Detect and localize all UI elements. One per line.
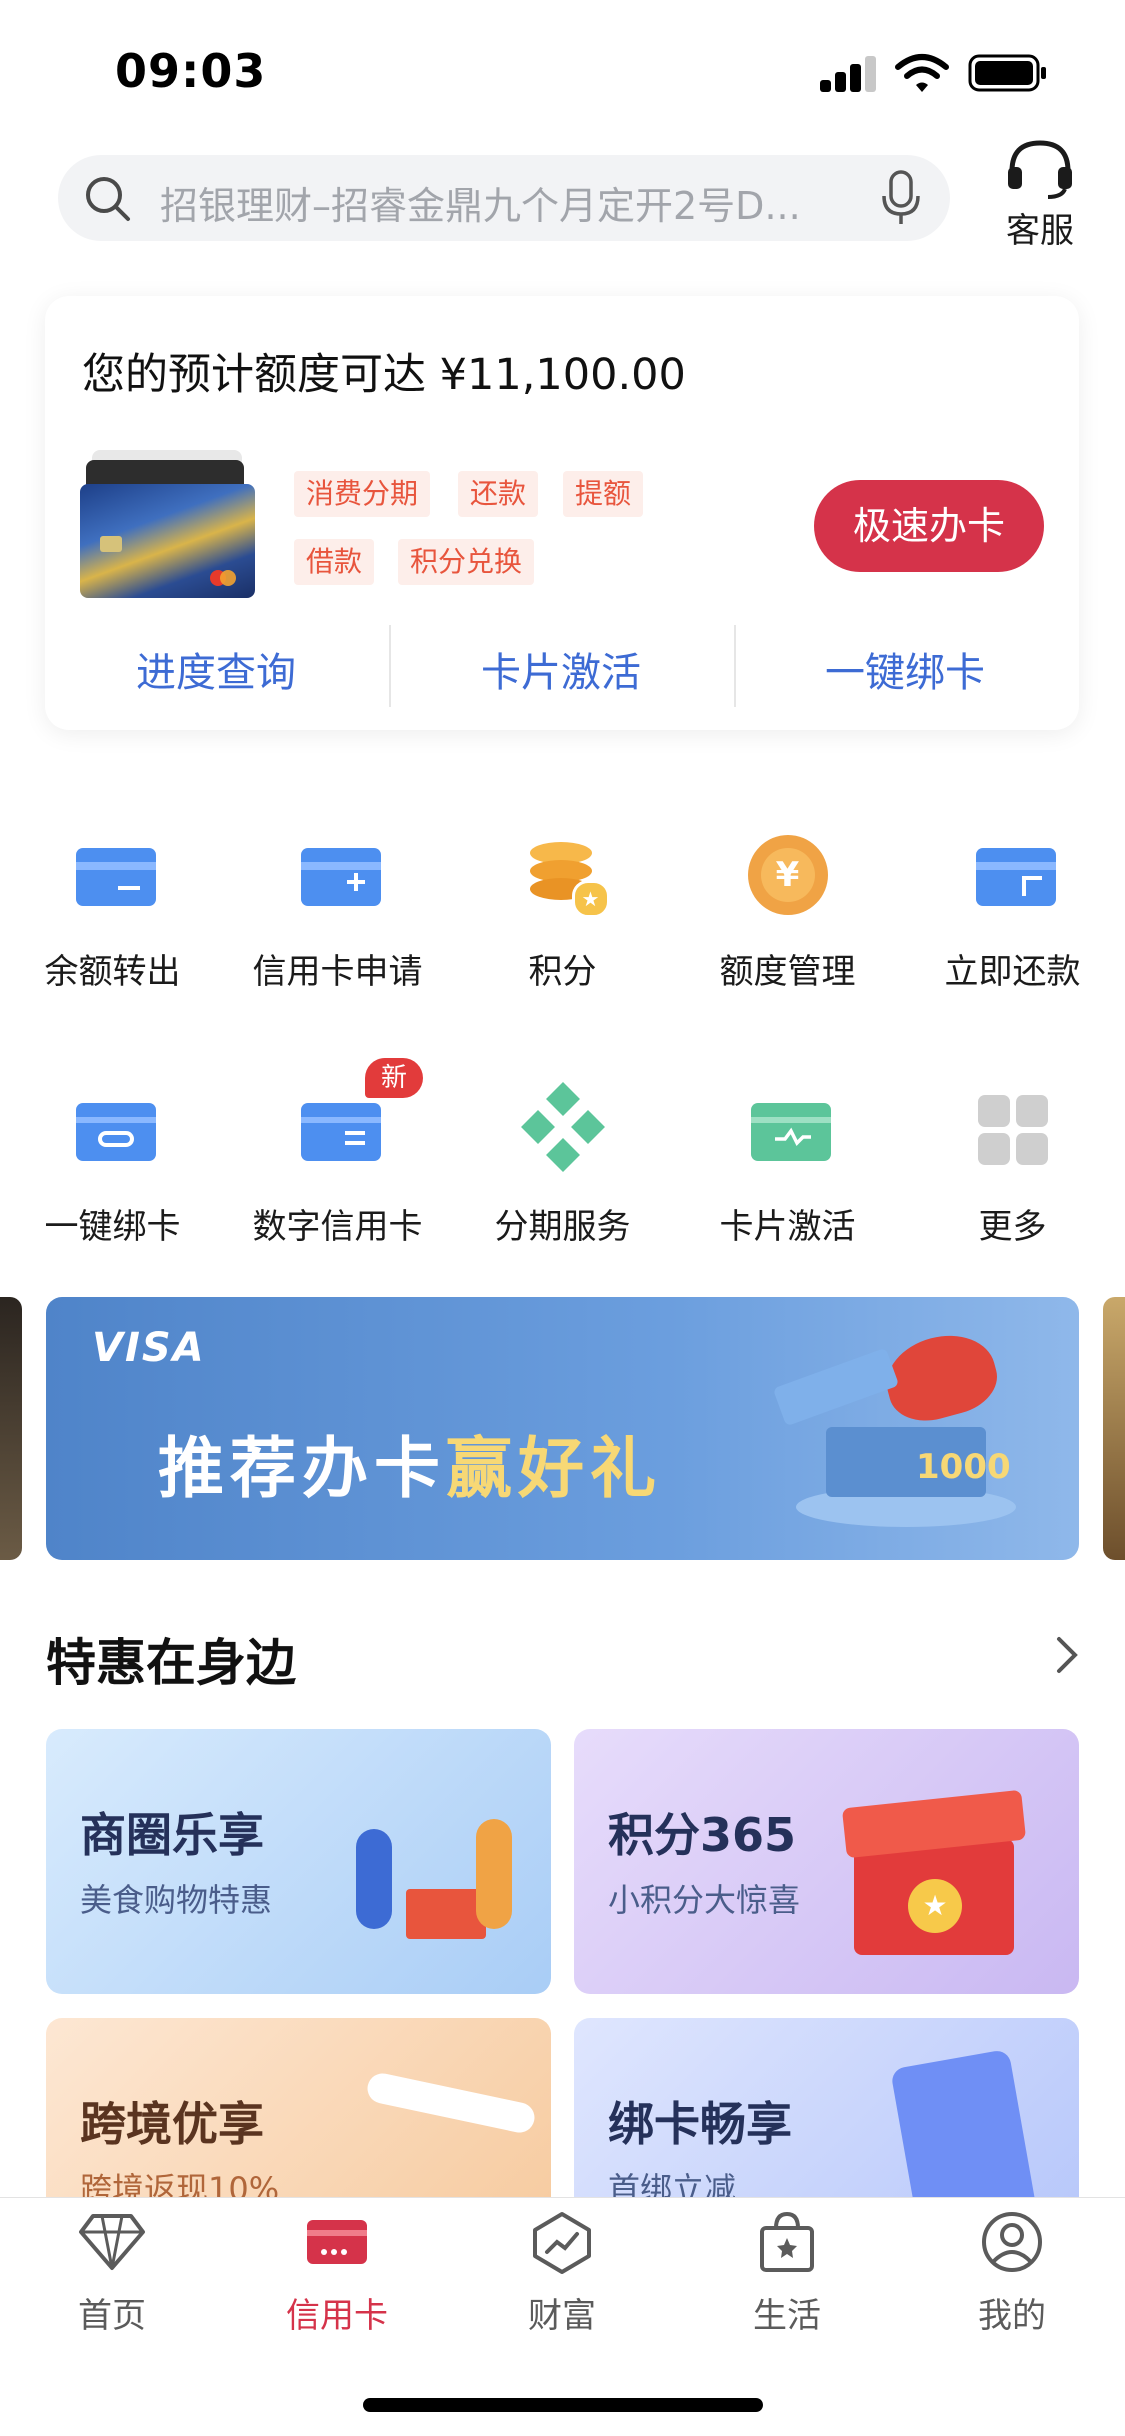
card-activate-icon [743, 1085, 833, 1175]
user-icon [982, 2212, 1042, 2272]
chevron-right-icon[interactable] [1055, 1635, 1079, 1675]
status-time: 09:03 [115, 44, 267, 98]
tab-home[interactable]: 首页 [32, 2210, 192, 2337]
divider [389, 625, 391, 707]
service-card-activation[interactable]: 卡片激活 [675, 1085, 900, 1248]
yen-coin-icon: ¥ [743, 830, 833, 920]
tab-life[interactable]: 生活 [707, 2210, 867, 2337]
airplane-illustration [364, 2070, 538, 2136]
digital-card-icon [293, 1085, 383, 1175]
tag-installment[interactable]: 消费分期 [294, 471, 431, 517]
search-icon [86, 177, 130, 221]
service-limit-management[interactable]: ¥ 额度管理 [675, 830, 900, 993]
banner-prev-peek[interactable] [0, 1297, 22, 1560]
card-add-icon [293, 830, 383, 920]
service-installment[interactable]: 分期服务 [450, 1082, 675, 1248]
tag-raise-limit[interactable]: 提额 [563, 471, 644, 517]
banner-headline: 推荐办卡赢好礼 [158, 1430, 662, 1507]
credit-card-icon [307, 2220, 367, 2264]
card-repay-icon [968, 830, 1058, 920]
divider [734, 625, 736, 707]
card-transfer-icon [68, 830, 158, 920]
progress-query-link[interactable]: 进度查询 [66, 640, 366, 698]
bind-card-link[interactable]: 一键绑卡 [755, 640, 1055, 698]
search-bar[interactable]: 招银理财–招睿金鼎九个月定开2号D... [58, 155, 950, 241]
headset-icon[interactable] [1002, 135, 1078, 201]
home-indicator [363, 2398, 763, 2412]
new-badge: 新 [365, 1058, 423, 1098]
service-repay-now[interactable]: 立即还款 [900, 830, 1125, 993]
coins-star-icon: ★ [518, 830, 610, 920]
card-activation-link[interactable]: 卡片激活 [411, 640, 711, 698]
credit-limit-title: 您的预计额度可达 ¥11,100.00 [82, 350, 686, 400]
service-points[interactable]: ★ 积分 [450, 830, 675, 993]
promo-card-points365[interactable]: 积分365 小积分大惊喜 ★ [574, 1729, 1079, 1994]
card-stack-image [80, 450, 255, 598]
visa-logo: VISA [92, 1325, 206, 1371]
more-grid-icon [968, 1085, 1058, 1175]
red-gift-box-illustration: ★ [841, 1779, 1027, 1969]
tab-credit-card[interactable]: 信用卡 [257, 2210, 417, 2337]
shopping-illustration [336, 1769, 536, 1979]
tag-repay[interactable]: 还款 [458, 471, 539, 517]
service-card-application[interactable]: 信用卡申请 [225, 830, 450, 993]
apply-card-button[interactable]: 极速办卡 [814, 480, 1044, 572]
promo-card-shopping[interactable]: 商圈乐享 美食购物特惠 [46, 1729, 551, 1994]
shopping-bag-icon [760, 2211, 814, 2272]
promo-banner[interactable]: VISA 推荐办卡赢好礼 1000 [46, 1297, 1079, 1560]
banner-amount: 1000 [916, 1447, 1011, 1487]
tag-loan[interactable]: 借款 [294, 539, 375, 585]
gift-box-illustration: 1000 [736, 1324, 1036, 1547]
card-link-icon [68, 1085, 158, 1175]
section-title: 特惠在身边 [46, 1634, 296, 1692]
wifi-icon [895, 54, 949, 92]
service-bind-card[interactable]: 一键绑卡 [0, 1085, 225, 1248]
service-digital-card[interactable]: 数字信用卡 [225, 1085, 450, 1248]
diamond-grid-icon [518, 1082, 608, 1175]
customer-service-button[interactable]: 客服 [1000, 203, 1080, 252]
battery-icon [968, 54, 1046, 92]
search-input[interactable]: 招银理财–招睿金鼎九个月定开2号D... [160, 175, 905, 230]
diamond-icon [79, 2214, 145, 2270]
banner-next-peek[interactable] [1103, 1297, 1125, 1560]
tab-mine[interactable]: 我的 [932, 2210, 1092, 2337]
microphone-icon[interactable] [878, 169, 924, 227]
service-more[interactable]: 更多 [900, 1085, 1125, 1248]
tab-wealth[interactable]: 财富 [482, 2210, 642, 2337]
trend-chart-icon [533, 2212, 591, 2274]
tag-points-exchange[interactable]: 积分兑换 [398, 539, 535, 585]
signal-icon [820, 56, 878, 92]
service-balance-transfer[interactable]: 余额转出 [0, 830, 225, 993]
